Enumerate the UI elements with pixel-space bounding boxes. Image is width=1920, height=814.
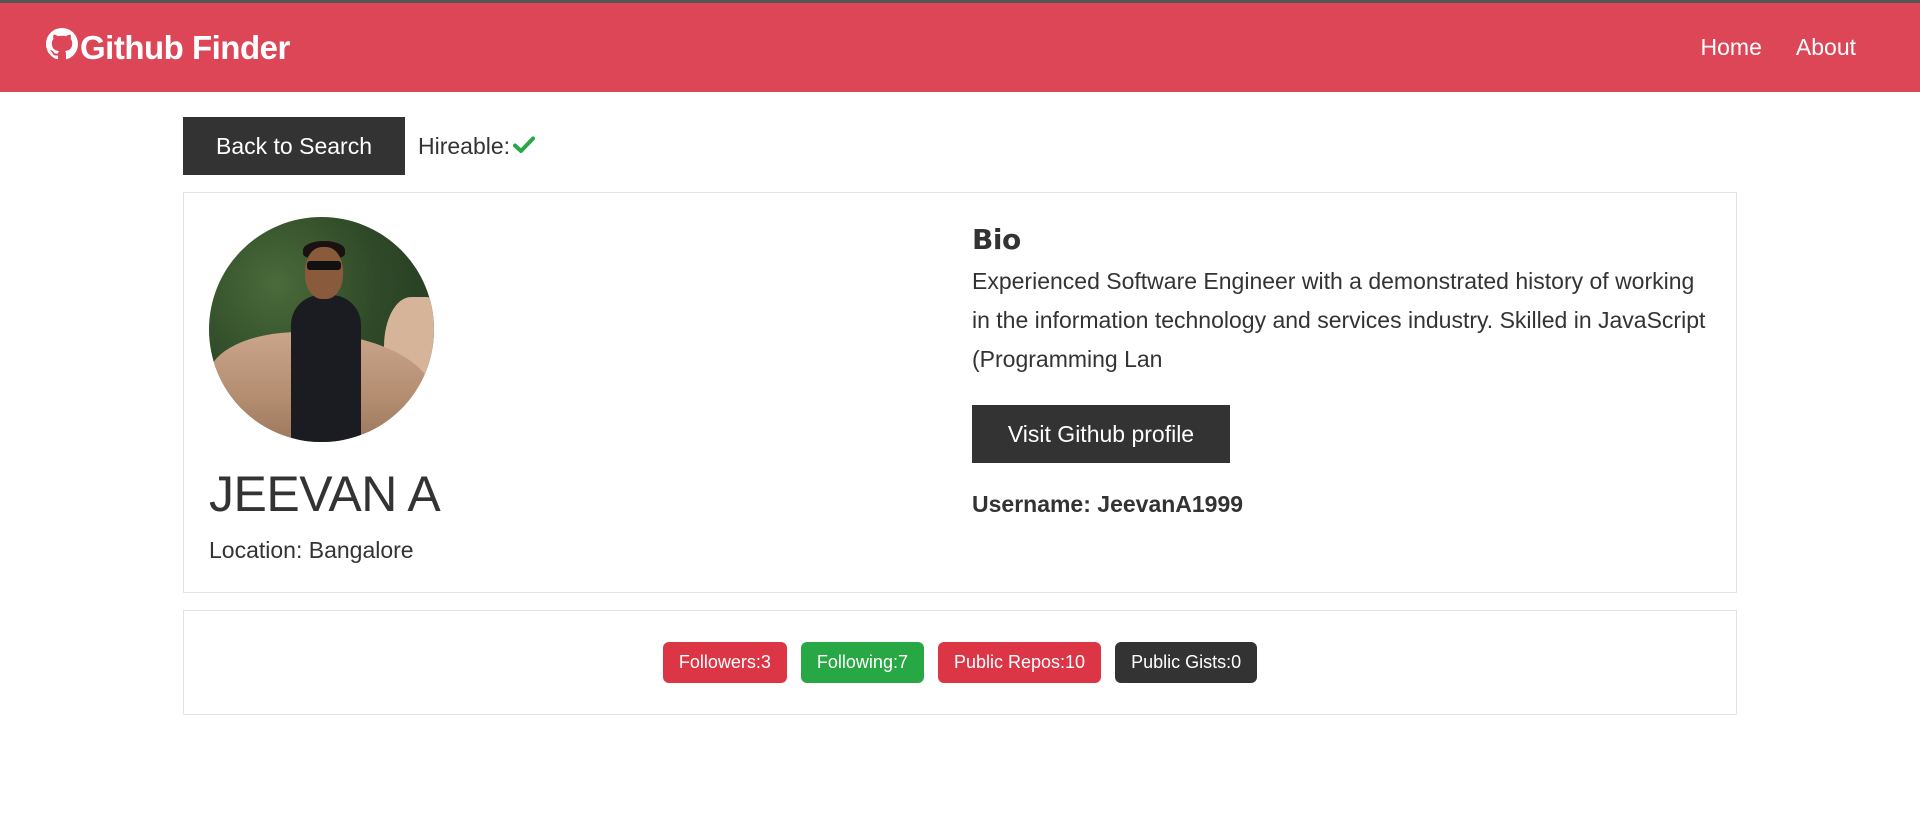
username: Username: JeevanA1999 bbox=[972, 491, 1244, 517]
navbar: Github Finder Home About bbox=[0, 0, 1920, 92]
action-bar: Back to Search Hireable: bbox=[183, 117, 1737, 175]
bio-heading: Bio bbox=[972, 223, 1021, 256]
following-badge: Following:7 bbox=[800, 642, 924, 683]
nav-home-link[interactable]: Home bbox=[1701, 34, 1762, 61]
nav-about-link[interactable]: About bbox=[1796, 34, 1856, 61]
brand[interactable]: Github Finder bbox=[46, 27, 290, 68]
public-repos-badge: Public Repos:10 bbox=[937, 642, 1102, 683]
github-icon bbox=[46, 27, 80, 68]
hireable-status: Hireable: bbox=[418, 132, 536, 160]
avatar bbox=[209, 217, 434, 442]
followers-badge: Followers:3 bbox=[662, 642, 787, 683]
stats-card: Followers:3 Following:7 Public Repos:10 … bbox=[183, 610, 1737, 715]
profile-card: JEEVAN A Location: Bangalore Bio Experie… bbox=[183, 192, 1737, 593]
profile-summary: JEEVAN A Location: Bangalore bbox=[209, 217, 809, 564]
main-container: Back to Search Hireable: JEEVAN A Locati… bbox=[183, 117, 1737, 715]
public-gists-badge: Public Gists:0 bbox=[1115, 642, 1258, 683]
brand-title: Github Finder bbox=[80, 28, 290, 66]
profile-name: JEEVAN A bbox=[209, 466, 441, 522]
hireable-label: Hireable: bbox=[418, 132, 511, 159]
bio-text: Experienced Software Engineer with a dem… bbox=[972, 268, 1706, 372]
nav-links: Home About bbox=[1701, 34, 1856, 61]
profile-details: Bio Experienced Software Engineer with a… bbox=[972, 223, 1712, 518]
visit-github-profile-button[interactable]: Visit Github profile bbox=[972, 405, 1230, 463]
back-to-search-button[interactable]: Back to Search bbox=[183, 117, 405, 175]
profile-location: Location: Bangalore bbox=[209, 537, 414, 563]
check-icon bbox=[510, 133, 536, 160]
